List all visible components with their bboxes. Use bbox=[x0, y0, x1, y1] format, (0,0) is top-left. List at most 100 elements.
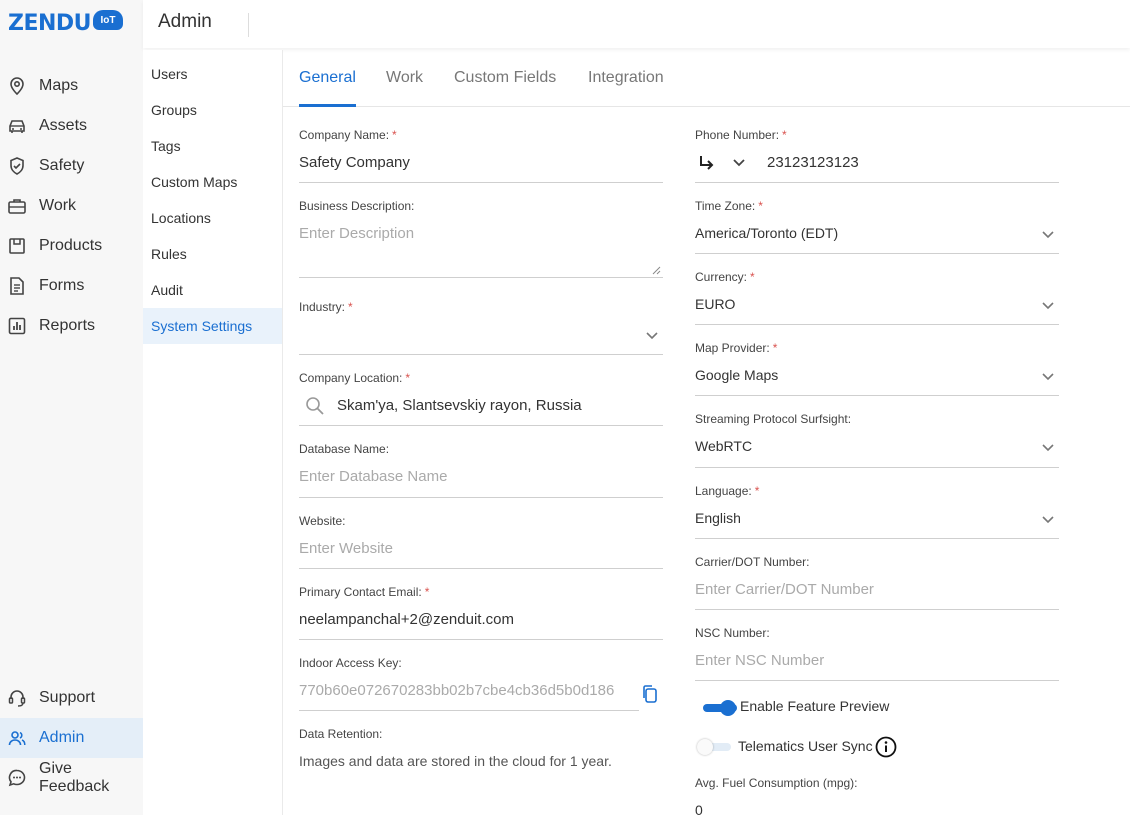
nav-item-products[interactable]: Products bbox=[0, 226, 143, 266]
copy-icon[interactable] bbox=[641, 684, 659, 704]
company-name-field[interactable]: Company Name: * Safety Company bbox=[299, 128, 663, 183]
tab-integration[interactable]: Integration bbox=[588, 69, 664, 107]
carrier-dot-number-field[interactable]: Carrier/DOT Number: Enter Carrier/DOT Nu… bbox=[695, 555, 1059, 611]
feature-preview-toggle[interactable] bbox=[703, 700, 739, 716]
streaming-protocol-select[interactable]: WebRTC bbox=[695, 438, 1059, 458]
chevron-down-icon[interactable] bbox=[1041, 227, 1055, 241]
currency-field[interactable]: Currency: * EURO bbox=[695, 270, 1059, 326]
field-label: Primary Contact Email: bbox=[299, 585, 422, 599]
field-label: Industry: bbox=[299, 300, 346, 314]
language-select[interactable]: English bbox=[695, 510, 1059, 530]
required-marker: * bbox=[782, 128, 787, 142]
nav-label: Work bbox=[39, 197, 77, 214]
phone-number-field[interactable]: Phone Number: * 23123123123 bbox=[695, 128, 1059, 183]
avg-fuel-consumption-input[interactable]: 0 bbox=[695, 802, 1059, 815]
database-name-field[interactable]: Database Name: Enter Database Name bbox=[299, 442, 663, 498]
company-location-input[interactable]: Skam'ya, Slantsevskiy rayon, Russia bbox=[299, 397, 663, 417]
logo-text: ZENDU bbox=[8, 10, 92, 36]
subnav-item-locations[interactable]: Locations bbox=[143, 200, 282, 236]
chevron-down-icon[interactable] bbox=[1041, 512, 1055, 526]
streaming-protocol-field[interactable]: Streaming Protocol Surfsight: WebRTC bbox=[695, 412, 1059, 468]
users-icon bbox=[7, 728, 27, 748]
field-underline bbox=[299, 710, 639, 711]
subnav-item-rules[interactable]: Rules bbox=[143, 236, 282, 272]
chevron-down-icon[interactable] bbox=[1041, 440, 1055, 454]
left-navigation: ZENDU IoT Maps Assets Safety Work Produc… bbox=[0, 0, 143, 815]
nav-label: Safety bbox=[39, 157, 85, 174]
field-label: Indoor Access Key: bbox=[299, 656, 402, 670]
box-icon bbox=[7, 236, 27, 256]
industry-select[interactable] bbox=[299, 326, 663, 346]
time-zone-select[interactable]: America/Toronto (EDT) bbox=[695, 225, 1059, 245]
nsc-number-field[interactable]: NSC Number: Enter NSC Number bbox=[695, 626, 1059, 682]
database-name-input[interactable]: Enter Database Name bbox=[299, 468, 663, 488]
chevron-down-icon[interactable] bbox=[1041, 369, 1055, 383]
toggle-knob bbox=[697, 739, 713, 755]
settings-tabs: General Work Custom Fields Integration bbox=[283, 50, 1130, 107]
avg-fuel-consumption-field[interactable]: Avg. Fuel Consumption (mpg): 0 bbox=[695, 776, 1059, 815]
nav-label: Maps bbox=[39, 77, 79, 94]
business-description-textarea[interactable]: Enter Description bbox=[299, 225, 663, 245]
company-location-field[interactable]: Company Location: * Skam'ya, Slantsevskiy… bbox=[299, 371, 663, 427]
admin-subnav: Users Groups Tags Custom Maps Locations … bbox=[143, 50, 283, 815]
field-label: Business Description: bbox=[299, 199, 415, 213]
subnav-item-users[interactable]: Users bbox=[143, 56, 282, 92]
flag-placeholder-icon[interactable] bbox=[697, 153, 717, 173]
headset-icon bbox=[7, 688, 27, 708]
top-header: Admin bbox=[143, 0, 1130, 48]
phone-number-input[interactable]: 23123123123 bbox=[695, 154, 1059, 174]
website-field[interactable]: Website: Enter Website bbox=[299, 514, 663, 570]
business-description-field[interactable]: Business Description: Enter Description bbox=[299, 199, 663, 279]
field-underline bbox=[695, 538, 1059, 539]
language-field[interactable]: Language: * English bbox=[695, 484, 1059, 540]
carrier-dot-number-input[interactable]: Enter Carrier/DOT Number bbox=[695, 581, 1059, 601]
nav-item-reports[interactable]: Reports bbox=[0, 306, 143, 346]
nav-item-safety[interactable]: Safety bbox=[0, 146, 143, 186]
info-icon[interactable] bbox=[875, 736, 897, 758]
nav-label: Reports bbox=[39, 317, 96, 334]
subnav-item-audit[interactable]: Audit bbox=[143, 272, 282, 308]
required-marker: * bbox=[754, 484, 760, 498]
primary-contact-email-field[interactable]: Primary Contact Email: * neelampanchal+2@… bbox=[299, 585, 663, 641]
industry-field[interactable]: Industry: * bbox=[299, 300, 663, 356]
time-zone-field[interactable]: Time Zone: * America/Toronto (EDT) bbox=[695, 199, 1059, 255]
tab-general[interactable]: General bbox=[299, 69, 356, 107]
map-provider-select[interactable]: Google Maps bbox=[695, 367, 1059, 387]
tab-work[interactable]: Work bbox=[386, 69, 423, 107]
required-marker: * bbox=[405, 371, 411, 385]
nav-item-maps[interactable]: Maps bbox=[0, 66, 143, 106]
subnav-item-system-settings[interactable]: System Settings bbox=[143, 308, 282, 344]
nsc-number-input[interactable]: Enter NSC Number bbox=[695, 652, 1059, 672]
zenduiot-logo[interactable]: ZENDU IoT bbox=[8, 10, 124, 36]
car-icon bbox=[7, 116, 27, 136]
logo-cloud-badge: IoT bbox=[93, 10, 124, 30]
nav-label: Products bbox=[39, 237, 103, 254]
nav-item-assets[interactable]: Assets bbox=[0, 106, 143, 146]
subnav-item-tags[interactable]: Tags bbox=[143, 128, 282, 164]
field-underline bbox=[299, 639, 663, 640]
nav-item-give-feedback[interactable]: Give Feedback bbox=[0, 758, 143, 798]
chevron-down-icon[interactable] bbox=[732, 155, 746, 169]
subnav-item-groups[interactable]: Groups bbox=[143, 92, 282, 128]
telematics-user-sync-toggle[interactable] bbox=[697, 739, 733, 755]
field-underline bbox=[299, 425, 663, 426]
map-provider-field[interactable]: Map Provider: * Google Maps bbox=[695, 341, 1059, 397]
currency-select[interactable]: EURO bbox=[695, 296, 1059, 316]
resize-handle-icon[interactable] bbox=[652, 266, 661, 275]
nav-item-forms[interactable]: Forms bbox=[0, 266, 143, 306]
nav-item-work[interactable]: Work bbox=[0, 186, 143, 226]
field-underline bbox=[299, 568, 663, 569]
tab-custom-fields[interactable]: Custom Fields bbox=[454, 69, 556, 107]
field-label: NSC Number: bbox=[695, 626, 770, 640]
chevron-down-icon[interactable] bbox=[645, 328, 659, 342]
company-name-input[interactable]: Safety Company bbox=[299, 154, 663, 174]
page-title: Admin bbox=[158, 11, 212, 32]
nav-item-support[interactable]: Support bbox=[0, 678, 143, 718]
field-label: Data Retention: bbox=[299, 727, 383, 741]
nav-item-admin[interactable]: Admin bbox=[0, 718, 143, 758]
primary-contact-email-input[interactable]: neelampanchal+2@zenduit.com bbox=[299, 611, 663, 631]
website-input[interactable]: Enter Website bbox=[299, 540, 663, 560]
chevron-down-icon[interactable] bbox=[1041, 298, 1055, 312]
subnav-item-custom-maps[interactable]: Custom Maps bbox=[143, 164, 282, 200]
field-underline bbox=[299, 277, 663, 278]
